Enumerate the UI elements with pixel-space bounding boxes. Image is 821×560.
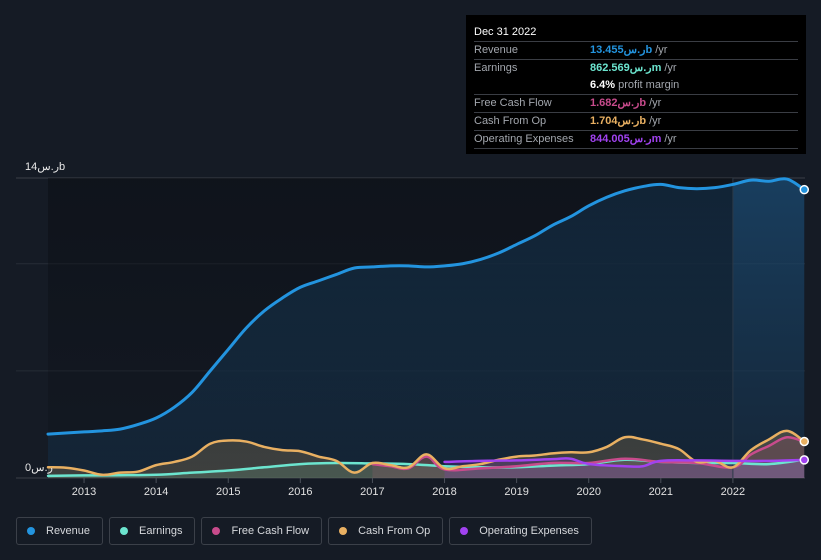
- tooltip-label: Free Cash Flow: [474, 97, 552, 109]
- tooltip-unit: /yr: [649, 97, 662, 109]
- tooltip-value: 1.682ر.سb: [590, 97, 647, 109]
- legend-item-cash-from-op[interactable]: Cash From Op: [328, 517, 444, 545]
- legend-dot-icon: [212, 527, 221, 535]
- x-tick-label: 2013: [72, 486, 96, 498]
- x-axis: 2013 2014 2015 2016 2017 2018 2019 2020 2021 2022: [72, 478, 745, 498]
- tooltip-date: Dec 31 2022: [474, 23, 798, 42]
- y-axis-top-label: 14ر.سb: [25, 161, 65, 173]
- legend-item-revenue[interactable]: Revenue: [16, 517, 104, 545]
- x-tick-label: 2015: [216, 486, 240, 498]
- legend-item-free-cash-flow[interactable]: Free Cash Flow: [201, 517, 323, 545]
- tooltip-label: Earnings: [474, 62, 518, 74]
- profit-margin-text: profit margin: [618, 79, 680, 91]
- legend: Revenue Earnings Free Cash Flow Cash Fro…: [16, 517, 592, 545]
- tooltip-unit: /yr: [664, 133, 677, 145]
- x-tick-label: 2014: [144, 486, 168, 498]
- tooltip-row-profit-margin: 6.4% profit margin: [474, 77, 798, 95]
- tooltip-row-cash-from-op: Cash From Op 1.704ر.سb /yr: [474, 113, 798, 131]
- x-tick-label: 2020: [576, 486, 600, 498]
- legend-label: Cash From Op: [358, 525, 431, 537]
- x-tick-label: 2018: [432, 486, 456, 498]
- tooltip-value: 1.704ر.سb: [590, 115, 647, 127]
- legend-item-operating-expenses[interactable]: Operating Expenses: [449, 517, 592, 545]
- legend-dot-icon: [339, 527, 348, 535]
- tooltip: Dec 31 2022 Revenue 13.455ر.سb /yr Earni…: [466, 15, 806, 154]
- endpoint-revenue: [799, 184, 810, 195]
- tooltip-label: Operating Expenses: [474, 133, 574, 145]
- tooltip-value: 844.005ر.سm: [590, 133, 662, 145]
- legend-item-earnings[interactable]: Earnings: [109, 517, 196, 545]
- tooltip-row-operating-expenses: Operating Expenses 844.005ر.سm /yr: [474, 131, 798, 149]
- x-tick-label: 2019: [504, 486, 528, 498]
- x-tick-label: 2022: [721, 486, 745, 498]
- tooltip-row-revenue: Revenue 13.455ر.سb /yr: [474, 42, 798, 60]
- tooltip-unit: /yr: [649, 115, 662, 127]
- y-axis-bottom-label: 0ر.س: [25, 462, 53, 474]
- tooltip-value: 862.569ر.سm: [590, 62, 662, 74]
- legend-label: Free Cash Flow: [231, 525, 310, 537]
- legend-dot-icon: [27, 527, 35, 535]
- tooltip-unit: /yr: [655, 44, 668, 56]
- tooltip-value: 13.455ر.سb: [590, 44, 653, 56]
- legend-dot-icon: [460, 527, 469, 535]
- x-tick-label: 2016: [288, 486, 312, 498]
- x-tick-label: 2021: [649, 486, 673, 498]
- legend-label: Revenue: [46, 525, 91, 537]
- x-tick-label: 2017: [360, 486, 384, 498]
- past-shade: [48, 178, 733, 478]
- legend-label: Operating Expenses: [479, 525, 579, 537]
- area-layer: [48, 178, 805, 478]
- profit-margin: 6.4% profit margin: [590, 77, 679, 94]
- tooltip-row-free-cash-flow: Free Cash Flow 1.682ر.سb /yr: [474, 95, 798, 113]
- endpoint-cash-from-op: [799, 436, 810, 447]
- legend-label: Earnings: [139, 525, 183, 537]
- endpoint-operating-expenses: [799, 455, 810, 465]
- tooltip-row-earnings: Earnings 862.569ر.سm /yr: [474, 60, 798, 77]
- profit-margin-value: 6.4%: [590, 79, 616, 91]
- legend-dot-icon: [120, 527, 129, 535]
- tooltip-label: Cash From Op: [474, 115, 547, 127]
- tooltip-unit: /yr: [664, 62, 677, 74]
- tooltip-label: Revenue: [474, 44, 519, 56]
